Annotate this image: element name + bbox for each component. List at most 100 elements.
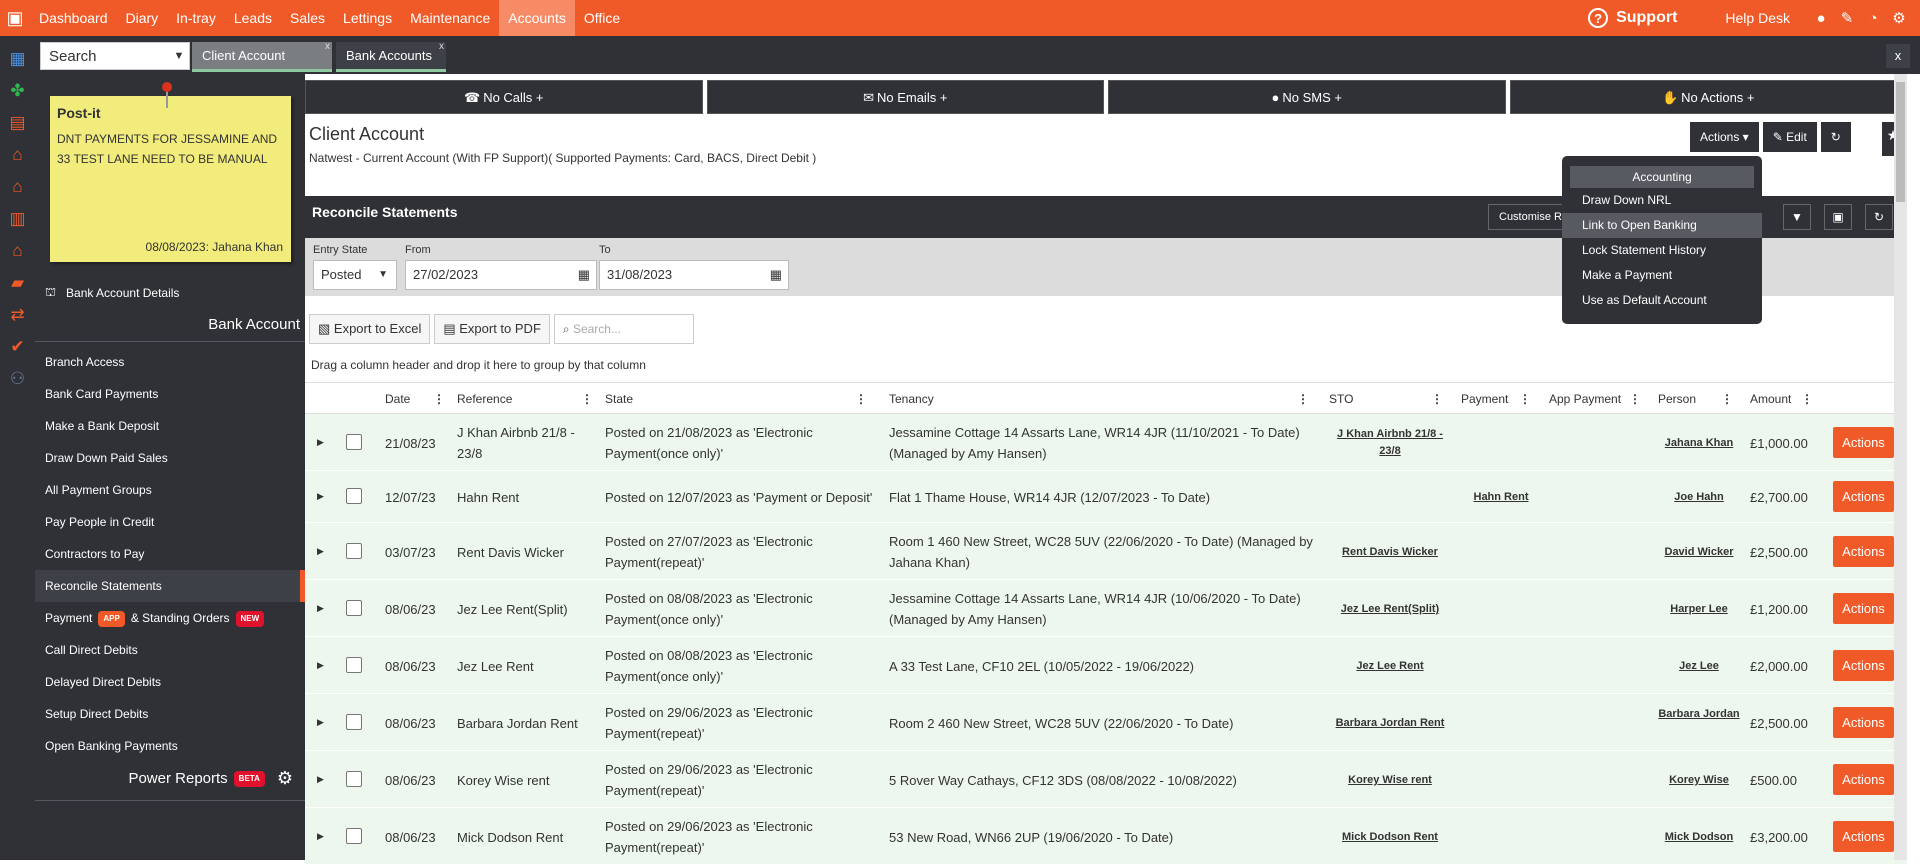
shuffle-icon[interactable]: ⇄ xyxy=(7,304,29,326)
calendar-icon[interactable]: ▦ xyxy=(7,48,29,70)
menu-item-lock-statement-history[interactable]: Lock Statement History xyxy=(1562,238,1762,263)
building-icon[interactable]: ▥ xyxy=(7,208,29,230)
close-tab-icon[interactable]: x xyxy=(325,33,330,61)
to-date-field[interactable]: 31/08/2023 ▦ xyxy=(599,260,789,290)
row-checkbox[interactable] xyxy=(346,543,362,559)
col-state[interactable]: State ⋮ xyxy=(605,383,867,415)
table-row[interactable]: ▶ 21/08/23 J Khan Airbnb 21/8 - 23/8 Posted… xyxy=(305,414,1907,471)
row-checkbox[interactable] xyxy=(346,771,362,787)
row-actions-button[interactable]: Actions xyxy=(1833,481,1894,512)
cell-person-link[interactable]: Jez Lee xyxy=(1658,658,1740,675)
cell-person-link[interactable]: Harper Lee xyxy=(1658,601,1740,618)
sidebar-item-branch-access[interactable]: Branch Access xyxy=(35,346,305,378)
scrollbar[interactable] xyxy=(1894,74,1907,860)
export-pdf-button[interactable]: ▤ Export to PDF xyxy=(434,314,550,344)
table-row[interactable]: ▶ 08/06/23 Jez Lee Rent(Split) Posted on 08… xyxy=(305,580,1907,637)
calendar-icon[interactable]: ▦ xyxy=(770,261,782,289)
save-icon[interactable]: ▣ xyxy=(1824,204,1852,230)
nav-office[interactable]: Office xyxy=(575,0,629,36)
row-checkbox[interactable] xyxy=(346,714,362,730)
expand-row-icon[interactable]: ▶ xyxy=(317,717,324,728)
cell-person-link[interactable]: Jahana Khan xyxy=(1658,435,1740,452)
bank-account-details-link[interactable]: ⛫ Bank Account Details xyxy=(45,285,179,301)
power-reports-link[interactable]: Power Reports BETA ⚙ xyxy=(128,768,293,789)
house-icon[interactable]: ⌂ xyxy=(7,144,29,166)
menu-item-draw-down-nrl[interactable]: Draw Down NRL xyxy=(1562,188,1762,213)
nav-diary[interactable]: Diary xyxy=(117,0,168,36)
tab-client-account[interactable]: Client Account x xyxy=(192,41,332,72)
cell-sto-link[interactable]: Rent Davis Wicker xyxy=(1329,544,1451,561)
users-icon[interactable]: ⚇ xyxy=(7,368,29,390)
col-tenancy[interactable]: Tenancy ⋮ xyxy=(889,383,1309,415)
nav-leads[interactable]: Leads xyxy=(225,0,281,36)
search-input[interactable]: Search xyxy=(41,48,169,65)
post-it-note[interactable]: Post-it DNT PAYMENTS FOR JESSAMINE AND 3… xyxy=(50,96,291,262)
cell-person-link[interactable]: David Wicker xyxy=(1658,544,1740,561)
refresh-button[interactable]: ↻ xyxy=(1820,122,1851,152)
expand-row-icon[interactable]: ▶ xyxy=(317,546,324,557)
home-monitor-icon[interactable]: ▣ xyxy=(0,0,30,36)
column-menu-icon[interactable]: ⋮ xyxy=(1297,383,1309,415)
col-sto[interactable]: STO ⋮ xyxy=(1329,383,1443,415)
table-search-input[interactable]: ⌕ Search... xyxy=(553,314,694,344)
close-all-tabs-button[interactable]: x xyxy=(1886,44,1910,68)
expand-row-icon[interactable]: ▶ xyxy=(317,831,324,842)
cell-sto-link[interactable]: Mick Dodson Rent xyxy=(1329,829,1451,846)
sidebar-item-payment-standing-orders[interactable]: Payment APP & Standing Orders NEW xyxy=(35,602,305,634)
column-menu-icon[interactable]: ⋮ xyxy=(1519,383,1531,415)
expand-row-icon[interactable]: ▶ xyxy=(317,437,324,448)
col-amount[interactable]: Amount ⋮ xyxy=(1750,383,1813,415)
row-actions-button[interactable]: Actions xyxy=(1833,650,1894,681)
menu-item-link-open-banking[interactable]: Link to Open Banking xyxy=(1562,213,1762,238)
cell-payment-link[interactable]: Hahn Rent xyxy=(1461,489,1541,506)
col-reference[interactable]: Reference ⋮ xyxy=(457,383,593,415)
column-menu-icon[interactable]: ⋮ xyxy=(1629,383,1641,415)
row-checkbox[interactable] xyxy=(346,657,362,673)
edit-icon[interactable]: ✎ xyxy=(1834,9,1860,27)
speedometer-icon[interactable]: ◔ xyxy=(1860,10,1886,27)
nav-dashboard[interactable]: Dashboard xyxy=(30,0,117,36)
gear-icon[interactable]: ⚙ xyxy=(1886,9,1912,27)
scrollbar-thumb[interactable] xyxy=(1896,82,1905,202)
table-row[interactable]: ▶ 08/06/23 Barbara Jordan Rent Posted on 29… xyxy=(305,694,1907,751)
cell-sto-link[interactable]: Barbara Jordan Rent xyxy=(1329,715,1451,732)
nav-lettings[interactable]: Lettings xyxy=(334,0,401,36)
sidebar-item-pay-people-in-credit[interactable]: Pay People in Credit xyxy=(35,506,305,538)
row-actions-button[interactable]: Actions xyxy=(1833,427,1894,458)
menu-item-default-account[interactable]: Use as Default Account xyxy=(1562,288,1762,313)
actions-dropdown-button[interactable]: Actions ▾ xyxy=(1690,122,1759,152)
document-icon[interactable]: ▤ xyxy=(7,112,29,134)
cell-sto-link[interactable]: Jez Lee Rent xyxy=(1329,658,1451,675)
column-menu-icon[interactable]: ⋮ xyxy=(1801,383,1813,415)
col-date[interactable]: Date ⋮ xyxy=(385,383,445,415)
sidebar-item-open-banking-payments[interactable]: Open Banking Payments xyxy=(35,730,305,762)
sidebar-item-draw-down-paid-sales[interactable]: Draw Down Paid Sales xyxy=(35,442,305,474)
row-actions-button[interactable]: Actions xyxy=(1833,707,1894,738)
expand-row-icon[interactable]: ▶ xyxy=(317,491,324,502)
column-menu-icon[interactable]: ⋮ xyxy=(855,383,867,415)
table-row[interactable]: ▶ 08/06/23 Mick Dodson Rent Posted on 29/06… xyxy=(305,808,1907,865)
row-actions-button[interactable]: Actions xyxy=(1833,536,1894,567)
nav-in-tray[interactable]: In-tray xyxy=(167,0,225,36)
sidebar-item-reconcile-statements[interactable]: Reconcile Statements xyxy=(35,570,305,602)
cell-sto-link[interactable]: Jez Lee Rent(Split) xyxy=(1329,601,1451,618)
nav-accounts[interactable]: Accounts xyxy=(499,0,575,36)
cell-person-link[interactable]: Korey Wise xyxy=(1658,772,1740,789)
menu-item-make-payment[interactable]: Make a Payment xyxy=(1562,263,1762,288)
col-app-payment[interactable]: App Payment ⋮ xyxy=(1549,383,1641,415)
row-actions-button[interactable]: Actions xyxy=(1833,821,1894,852)
sidebar-item-setup-direct-debits[interactable]: Setup Direct Debits xyxy=(35,698,305,730)
sidebar-item-contractors-to-pay[interactable]: Contractors to Pay xyxy=(35,538,305,570)
expand-row-icon[interactable]: ▶ xyxy=(317,603,324,614)
expand-row-icon[interactable]: ▶ xyxy=(317,660,324,671)
help-desk-link[interactable]: Help Desk xyxy=(1725,10,1790,26)
row-checkbox[interactable] xyxy=(346,434,362,450)
row-actions-button[interactable]: Actions xyxy=(1833,593,1894,624)
nav-maintenance[interactable]: Maintenance xyxy=(401,0,499,36)
sidebar-item-all-payment-groups[interactable]: All Payment Groups xyxy=(35,474,305,506)
global-search[interactable]: Search ▼ xyxy=(40,42,190,70)
close-tab-icon[interactable]: x xyxy=(439,33,444,61)
table-row[interactable]: ▶ 12/07/23 Hahn Rent Posted on 12/07/2023 a… xyxy=(305,471,1907,523)
row-checkbox[interactable] xyxy=(346,600,362,616)
entry-state-select[interactable]: Posted ▼ xyxy=(313,260,397,290)
